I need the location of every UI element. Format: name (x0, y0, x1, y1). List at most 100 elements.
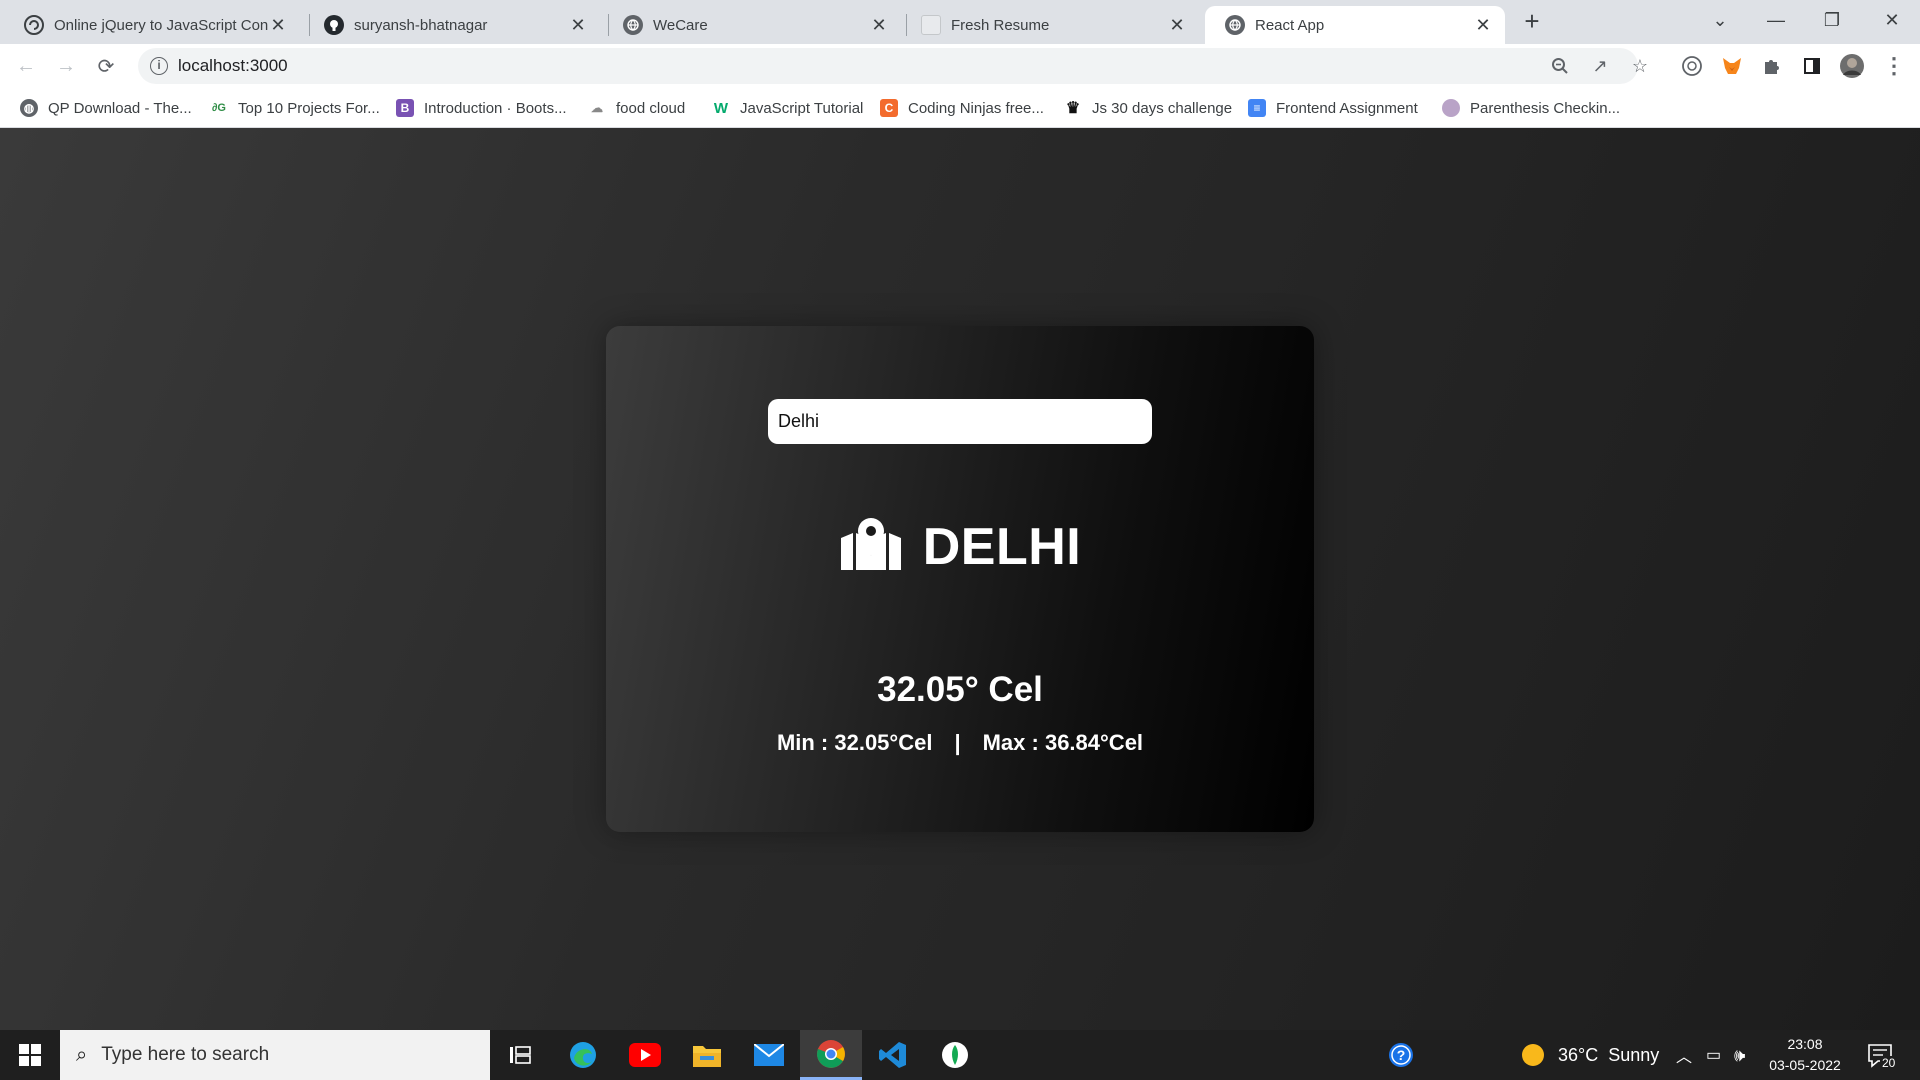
menu-kebab-icon[interactable]: ⋮ (1880, 52, 1908, 80)
bookmark-item[interactable]: ☁ food cloud (588, 96, 685, 120)
zoom-icon[interactable] (1548, 54, 1572, 78)
tab-title: WeCare (653, 16, 708, 34)
url-text[interactable]: localhost:3000 (178, 56, 288, 76)
close-icon[interactable]: ✕ (1473, 15, 1493, 35)
taskbar-search[interactable]: ⌕ Type here to search (60, 1030, 490, 1080)
city-heading: DELHI (606, 516, 1314, 577)
divider: | (954, 730, 961, 755)
back-icon[interactable]: ← (12, 52, 40, 80)
minimize-icon[interactable]: — (1748, 0, 1804, 40)
forward-icon[interactable]: → (52, 52, 80, 80)
speaker-icon[interactable]: 🕪 (1734, 1030, 1745, 1080)
close-icon[interactable]: ✕ (1167, 15, 1187, 35)
crown-icon: ♛ (1065, 100, 1081, 117)
notification-count: 20 (1880, 1056, 1898, 1070)
page-icon (921, 15, 941, 35)
mail-icon[interactable] (738, 1030, 800, 1080)
bookmark-item[interactable]: ◍ QP Download - The... (20, 96, 192, 120)
github-icon (324, 15, 344, 35)
task-view-icon[interactable] (490, 1030, 552, 1080)
bookmark-label: Js 30 days challenge (1092, 99, 1233, 117)
clock-time: 23:08 (1787, 1036, 1823, 1052)
bookmark-label: JavaScript Tutorial (740, 99, 864, 117)
city-search-input[interactable] (768, 399, 1152, 444)
weather-card: DELHI 32.05° Cel Min : 32.05°Cel | Max : 3… (606, 326, 1314, 832)
tab-title: Online jQuery to JavaScript Conv (54, 16, 268, 34)
tab-fresh-resume[interactable]: Fresh Resume ✕ (901, 6, 1199, 44)
close-icon[interactable]: ✕ (568, 15, 588, 35)
youtube-icon[interactable] (614, 1030, 676, 1080)
converter-icon (24, 15, 44, 35)
bookmark-item[interactable]: ≡ Frontend Assignment (1248, 96, 1418, 120)
close-icon[interactable]: ✕ (268, 15, 288, 35)
mongodb-compass-icon[interactable] (924, 1030, 986, 1080)
bookmark-item[interactable]: ♛ Js 30 days challenge (1064, 96, 1232, 120)
min-max-temperature: Min : 32.05°Cel | Max : 36.84°Cel (606, 730, 1314, 756)
vscode-icon[interactable] (862, 1030, 924, 1080)
gfg-icon: ∂G (212, 102, 226, 114)
tab-title: suryansh-bhatnagar (354, 16, 488, 34)
bookmark-label: Coding Ninjas free... (908, 99, 1044, 117)
weather-widget[interactable]: 36°C Sunny (1522, 1030, 1659, 1080)
tab-title: Fresh Resume (951, 16, 1050, 34)
bookmark-label: Top 10 Projects For... (238, 99, 380, 117)
browser-toolbar: ← → ⟳ i localhost:3000 ↗ ☆ ⋮ (0, 44, 1920, 88)
address-bar[interactable]: i localhost:3000 ↗ ☆ (138, 48, 1648, 84)
side-panel-icon[interactable] (1798, 52, 1826, 80)
bookmark-label: QP Download - The... (48, 99, 192, 117)
metamask-icon[interactable] (1718, 52, 1746, 80)
search-icon: ⌕ (76, 1043, 88, 1066)
tab-github[interactable]: suryansh-bhatnagar ✕ (304, 6, 600, 44)
codingninjas-icon: C (880, 99, 898, 117)
restore-icon[interactable]: ❐ (1804, 0, 1860, 40)
help-icon[interactable]: ? (1388, 1030, 1414, 1080)
globe-icon: ◍ (20, 99, 38, 117)
bookmark-item[interactable]: B Introduction · Boots... (396, 96, 567, 120)
taskbar-search-placeholder: Type here to search (101, 1044, 270, 1065)
map-pin-icon (839, 516, 903, 577)
docs-icon: ≡ (1248, 99, 1266, 117)
cloud-icon: ☁ (591, 101, 603, 115)
bookmark-star-icon[interactable]: ☆ (1628, 54, 1652, 78)
tab-react-app[interactable]: React App ✕ (1205, 6, 1505, 44)
share-icon[interactable]: ↗ (1588, 54, 1612, 78)
tab-wecare[interactable]: WeCare ✕ (603, 6, 901, 44)
sun-icon (1522, 1044, 1544, 1066)
window-close-icon[interactable]: ✕ (1864, 0, 1920, 40)
chevron-up-icon[interactable]: ︿ (1676, 1030, 1692, 1080)
extension-circle-icon[interactable] (1678, 52, 1706, 80)
bookmark-label: Parenthesis Checkin... (1470, 99, 1621, 117)
tab-search-icon[interactable]: ⌄ (1692, 0, 1748, 40)
windows-start-icon[interactable] (0, 1030, 60, 1080)
edge-icon[interactable] (552, 1030, 614, 1080)
bookmark-label: Frontend Assignment (1276, 99, 1418, 117)
notification-icon[interactable]: 20 (1866, 1030, 1898, 1080)
file-explorer-icon[interactable] (676, 1030, 738, 1080)
tab-title: React App (1255, 16, 1325, 34)
bookmark-item[interactable]: Parenthesis Checkin... (1442, 96, 1620, 120)
min-temperature: Min : 32.05°Cel (776, 730, 933, 755)
bookmark-item[interactable]: ∂G Top 10 Projects For... (210, 96, 380, 120)
profile-avatar[interactable] (1838, 52, 1866, 80)
bookmark-label: food cloud (616, 99, 686, 117)
chrome-icon[interactable] (800, 1030, 862, 1080)
windows-taskbar: ⌕ Type here to search ? 36°C Sunny ︿ ▭ 🕪… (0, 1030, 1920, 1080)
site-info-icon[interactable]: i (150, 57, 168, 75)
globe-icon (623, 15, 643, 35)
bookmark-item[interactable]: C Coding Ninjas free... (880, 96, 1044, 120)
globe-icon (1225, 15, 1245, 35)
tab-jquery-converter[interactable]: Online jQuery to JavaScript Conv ✕ (4, 6, 300, 44)
clock-date: 03-05-2022 (1769, 1057, 1841, 1073)
extensions-puzzle-icon[interactable] (1758, 52, 1786, 80)
new-tab-icon[interactable]: + (1518, 8, 1546, 36)
system-clock[interactable]: 23:08 03-05-2022 (1760, 1034, 1850, 1076)
bootstrap-icon: B (396, 99, 414, 117)
battery-icon[interactable]: ▭ (1706, 1030, 1721, 1080)
close-icon[interactable]: ✕ (869, 15, 889, 35)
tab-strip: Online jQuery to JavaScript Conv ✕ surya… (0, 0, 1920, 44)
w3schools-icon: W (713, 99, 729, 117)
current-temperature: 32.05° Cel (877, 670, 1043, 709)
bookmark-item[interactable]: W JavaScript Tutorial (712, 96, 863, 120)
max-temperature: Max : 36.84°Cel (982, 730, 1144, 755)
reload-icon[interactable]: ⟳ (92, 52, 120, 80)
